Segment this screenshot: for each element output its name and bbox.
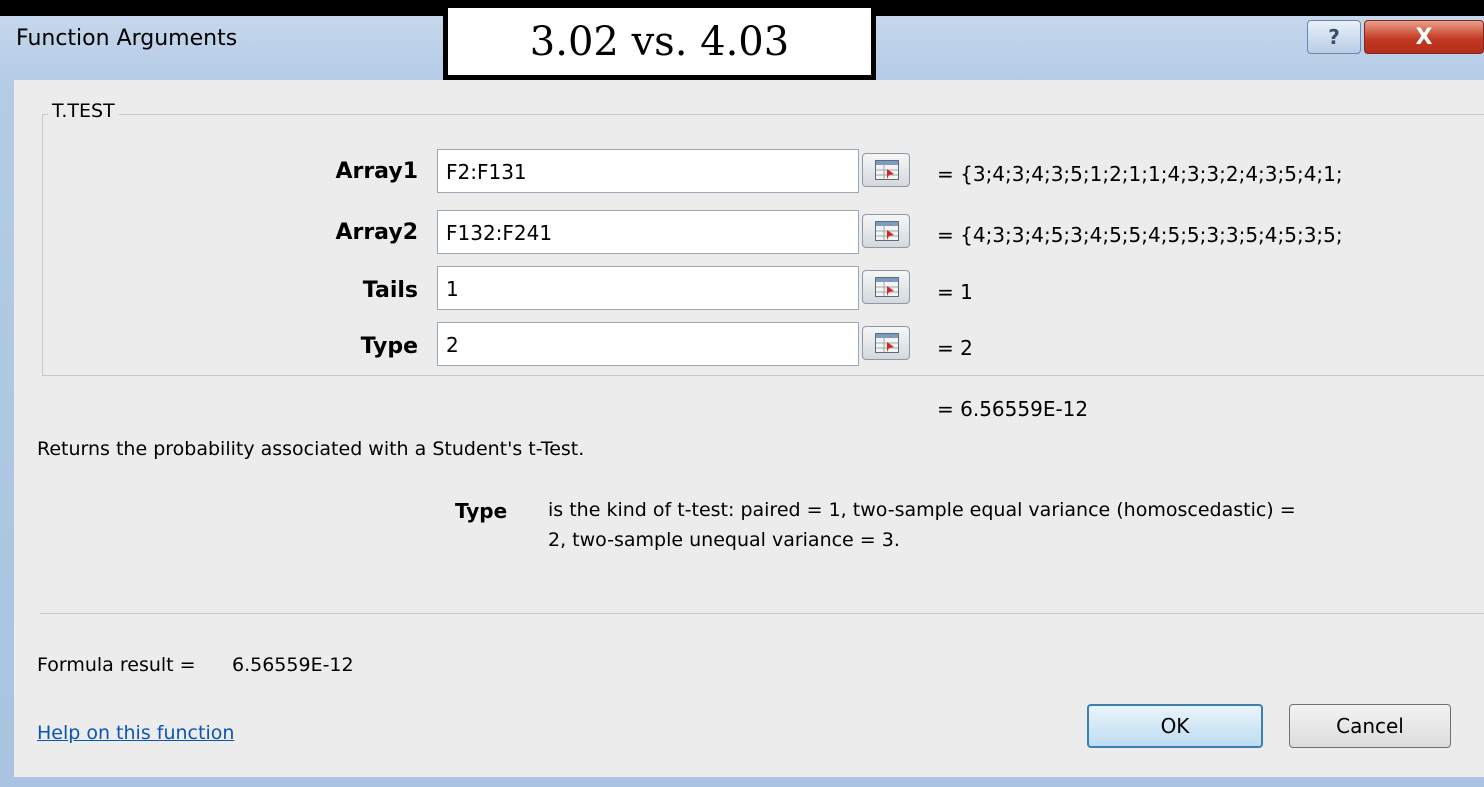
array1-range-button[interactable] bbox=[862, 153, 910, 187]
function-result: = 6.56559E-12 bbox=[937, 397, 1089, 421]
array2-input[interactable]: F132:F241 bbox=[437, 210, 859, 254]
formula-result-label: Formula result = bbox=[37, 654, 196, 676]
array1-input[interactable]: F2:F131 bbox=[437, 149, 859, 193]
close-button[interactable]: X bbox=[1364, 20, 1484, 54]
array1-label: Array1 bbox=[335, 159, 418, 184]
array1-result: = {3;4;3;4;3;5;1;2;1;1;4;3;3;2;4;3;5;4;1… bbox=[937, 162, 1343, 186]
overlay-annotation: 3.02 vs. 4.03 bbox=[443, 3, 876, 80]
formula-result-value: 6.56559E-12 bbox=[232, 654, 354, 676]
type-result: = 2 bbox=[937, 336, 973, 360]
array2-result: = {4;3;3;4;5;3;4;5;5;4;5;5;3;3;5;4;5;3;5… bbox=[937, 223, 1343, 247]
arg-help-text-line2: 2, two-sample unequal variance = 3. bbox=[548, 529, 900, 551]
type-label: Type bbox=[360, 334, 418, 359]
window-title: Function Arguments bbox=[16, 26, 238, 51]
range-select-icon bbox=[875, 333, 899, 353]
tails-result: = 1 bbox=[937, 280, 973, 304]
range-select-icon bbox=[875, 221, 899, 241]
array2-label: Array2 bbox=[335, 220, 418, 245]
array2-range-button[interactable] bbox=[862, 214, 910, 248]
help-link[interactable]: Help on this function bbox=[37, 722, 234, 744]
tails-range-button[interactable] bbox=[862, 270, 910, 304]
arg-help-name: Type bbox=[455, 499, 508, 523]
function-name: T.TEST bbox=[48, 100, 119, 122]
function-description: Returns the probability associated with … bbox=[37, 438, 585, 460]
type-input[interactable]: 2 bbox=[437, 322, 859, 366]
close-icon: X bbox=[1415, 24, 1433, 50]
help-button[interactable]: ? bbox=[1307, 20, 1361, 54]
tails-label: Tails bbox=[362, 278, 418, 303]
ok-button[interactable]: OK bbox=[1087, 704, 1263, 748]
range-select-icon bbox=[875, 160, 899, 180]
type-range-button[interactable] bbox=[862, 326, 910, 360]
separator bbox=[40, 613, 1484, 614]
cancel-button[interactable]: Cancel bbox=[1289, 704, 1451, 748]
tails-input[interactable]: 1 bbox=[437, 266, 859, 310]
question-icon: ? bbox=[1328, 25, 1340, 49]
arg-help-text-line1: is the kind of t-test: paired = 1, two-s… bbox=[548, 499, 1296, 521]
range-select-icon bbox=[875, 277, 899, 297]
